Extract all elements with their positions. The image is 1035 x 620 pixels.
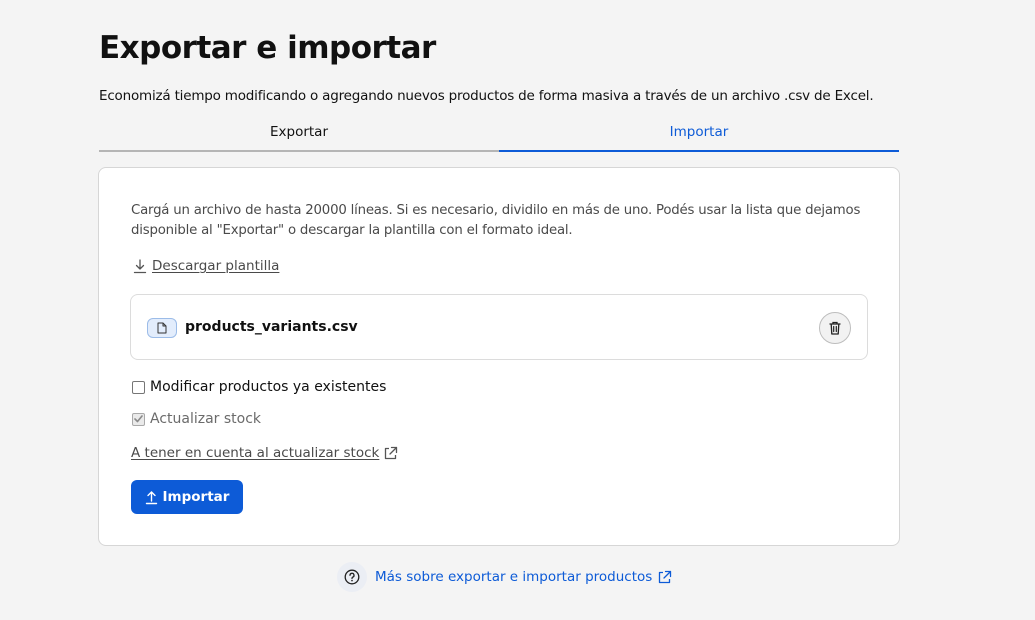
page-title: Exportar e importar	[99, 30, 436, 66]
help-link-label: Más sobre exportar e importar productos	[375, 569, 653, 585]
download-template-link[interactable]: Descargar plantilla	[133, 258, 279, 274]
import-description: Cargá un archivo de hasta 20000 líneas. …	[131, 203, 861, 238]
download-icon	[133, 258, 147, 273]
modify-existing-label: Modificar productos ya existentes	[150, 379, 387, 395]
import-button-label: Importar	[162, 489, 230, 505]
update-stock-option: Actualizar stock	[132, 411, 261, 427]
delete-file-button[interactable]	[819, 312, 851, 344]
update-stock-checkbox	[132, 412, 145, 426]
stock-note-label: A tener en cuenta al actualizar stock	[131, 445, 380, 461]
tab-importar[interactable]: Importar	[499, 114, 899, 152]
tab-exportar[interactable]: Exportar	[99, 114, 499, 152]
download-template-label: Descargar plantilla	[152, 258, 280, 274]
external-link-icon	[659, 570, 672, 583]
import-button[interactable]: Importar	[131, 480, 243, 514]
help-section: Más sobre exportar e importar productos	[337, 562, 672, 592]
stock-note-link[interactable]: A tener en cuenta al actualizar stock	[131, 445, 398, 461]
external-link-icon	[385, 446, 398, 459]
uploaded-file-box: products_variants.csv	[130, 294, 868, 360]
import-card: Cargá un archivo de hasta 20000 líneas. …	[98, 167, 900, 546]
trash-icon	[829, 321, 841, 335]
page-subtitle: Economizá tiempo modificando o agregando…	[99, 88, 874, 104]
tab-bar: Exportar Importar	[99, 114, 899, 152]
update-stock-label: Actualizar stock	[150, 411, 262, 427]
help-circle-icon	[337, 562, 367, 592]
modify-existing-option[interactable]: Modificar productos ya existentes	[132, 379, 386, 395]
file-name: products_variants.csv	[185, 319, 358, 335]
upload-icon	[145, 490, 157, 504]
help-link[interactable]: Más sobre exportar e importar productos	[375, 569, 672, 585]
modify-existing-checkbox[interactable]	[132, 380, 145, 394]
file-icon	[147, 318, 177, 338]
